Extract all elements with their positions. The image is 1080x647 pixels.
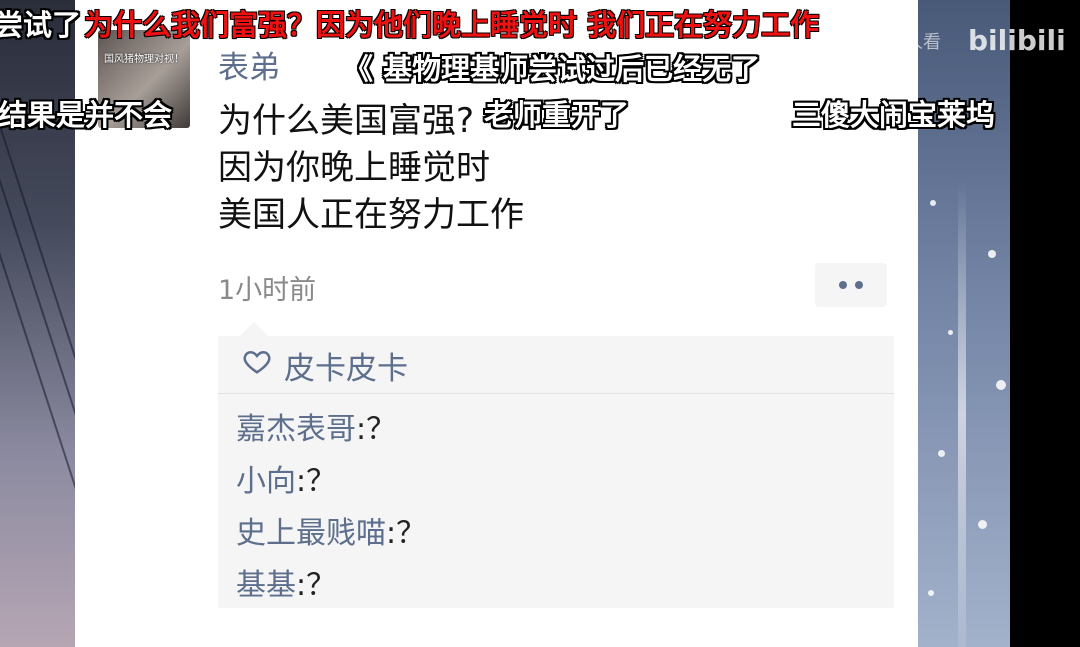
comment-author: 基基: [236, 568, 296, 603]
comment-text: :？: [356, 412, 397, 447]
post-line: 为什么美国富强?: [218, 101, 475, 141]
post-time: 1小时前: [218, 275, 317, 306]
comment-text: :？: [296, 464, 337, 499]
heart-icon[interactable]: [242, 346, 272, 376]
comment-text: :？: [296, 568, 337, 603]
dot-icon: [855, 281, 863, 289]
comment-author: 小向: [236, 464, 296, 499]
letterbox-right: [1010, 0, 1080, 647]
more-options-button[interactable]: [815, 263, 887, 307]
danmaku-comment: 为什么我们富强？因为他们晚上睡觉时 我们正在努力工作: [84, 8, 820, 42]
post-username[interactable]: 表弟: [218, 42, 280, 87]
comment-text: :？: [386, 516, 427, 551]
danmaku-comment: 三傻大闹宝莱坞: [792, 98, 996, 132]
comment-item[interactable]: 史上最贱喵:？: [236, 508, 426, 552]
bilibili-logo: bilibili: [968, 24, 1066, 57]
comment-item[interactable]: 小向:？: [236, 456, 336, 500]
like-user[interactable]: 皮卡皮卡: [284, 343, 408, 388]
avatar-caption: 国风猪物理对视！: [104, 54, 184, 65]
danmaku-comment: 《 基物理基师尝试过后已经无了: [344, 52, 761, 86]
comment-item[interactable]: 嘉杰表哥:？: [236, 404, 396, 448]
dot-icon: [839, 281, 847, 289]
post-line: 美国人正在努力工作: [218, 195, 524, 235]
danmaku-comment: 老师重开了: [484, 98, 630, 132]
comments-box: 皮卡皮卡 嘉杰表哥:？ 小向:？ 史上最贱喵:？ 基基:？: [218, 322, 894, 608]
comment-author: 史上最贱喵: [236, 516, 386, 551]
comment-author: 嘉杰表哥: [236, 412, 356, 447]
post-line: 因为你晚上睡觉时: [218, 148, 490, 188]
post-text: 为什么美国富强? 因为你晚上睡觉时 美国人正在努力工作: [218, 98, 524, 239]
danmaku-comment: 结果是并不会: [0, 98, 173, 132]
viewer-count: 人看: [905, 32, 941, 53]
likes-row: 皮卡皮卡: [218, 336, 894, 394]
comment-item[interactable]: 基基:？: [236, 560, 336, 604]
danmaku-comment: 尝试了: [0, 8, 82, 42]
